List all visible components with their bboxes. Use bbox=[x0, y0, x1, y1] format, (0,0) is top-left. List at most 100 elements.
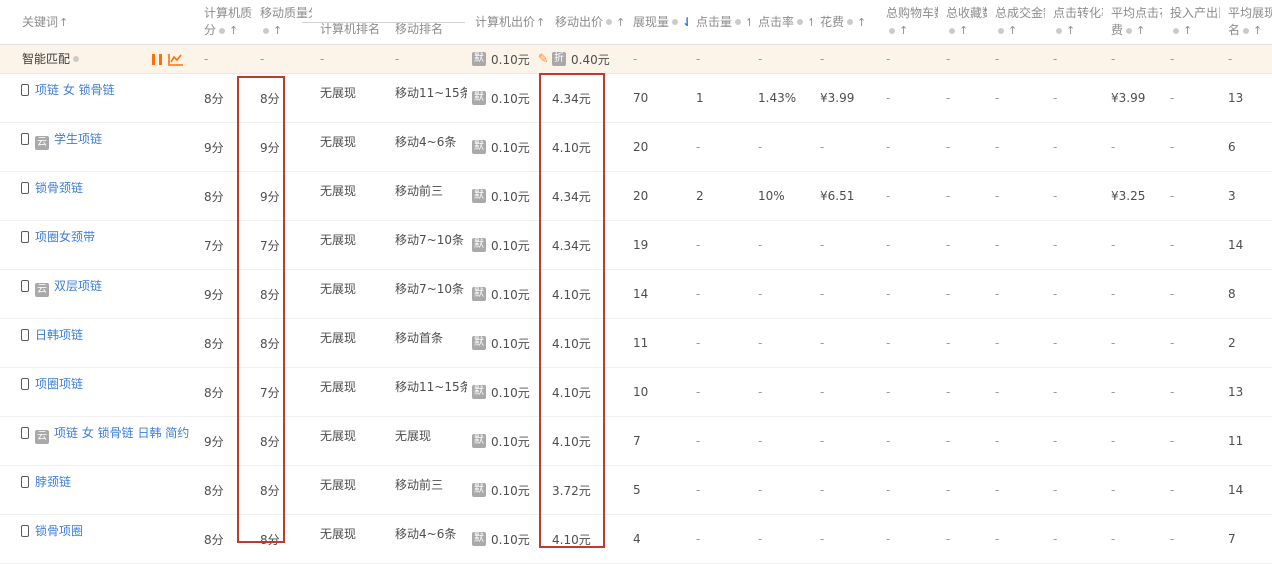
col-header-roi[interactable]: 投入产出比↑ bbox=[1162, 0, 1220, 44]
help-icon[interactable] bbox=[847, 19, 853, 25]
sort-asc-icon[interactable]: ↑ bbox=[899, 22, 908, 39]
cell-avg_rank: 11 bbox=[1220, 417, 1272, 465]
help-icon[interactable] bbox=[1056, 28, 1062, 34]
cell-gmv: - bbox=[987, 466, 1045, 514]
cell-mobile_rank: 无展现 bbox=[387, 417, 467, 465]
cell-pc_bid[interactable]: 默0.10元 bbox=[467, 515, 547, 563]
help-icon[interactable] bbox=[797, 19, 803, 25]
help-icon[interactable] bbox=[949, 28, 955, 34]
sort-asc-icon[interactable]: ↑ bbox=[1008, 22, 1017, 39]
keyword-link[interactable]: 锁骨项圈 bbox=[35, 524, 83, 538]
cell-value: 7分 bbox=[260, 237, 280, 254]
help-icon[interactable] bbox=[889, 28, 895, 34]
cell-value: 9分 bbox=[260, 139, 280, 156]
cell-pc_bid[interactable]: 默0.10元 bbox=[467, 368, 547, 416]
col-header-avg_cpc[interactable]: 平均点击花费↑ bbox=[1103, 0, 1162, 44]
keyword-link[interactable]: 学生项链 bbox=[54, 132, 102, 146]
sort-asc-icon[interactable]: ↑ bbox=[1253, 22, 1262, 39]
cell-value: 8分 bbox=[204, 335, 224, 352]
cell-pc_bid[interactable]: 默0.10元 bbox=[467, 417, 547, 465]
col-header-keyword[interactable]: 关键词↑ bbox=[0, 0, 196, 44]
keyword-link[interactable]: 项链 女 锁骨链 bbox=[35, 83, 115, 97]
cell-value: - bbox=[820, 385, 824, 399]
col-header-cost[interactable]: 花费↑ bbox=[812, 0, 878, 44]
help-icon[interactable] bbox=[735, 19, 741, 25]
sort-asc-icon[interactable]: ↑ bbox=[536, 14, 545, 31]
keyword-link[interactable]: 项圈女颈带 bbox=[35, 230, 95, 244]
sort-asc-icon[interactable]: ↑ bbox=[1066, 22, 1075, 39]
cell-pc_bid[interactable]: 默0.10元✎ bbox=[467, 45, 547, 73]
cell-mobile_quality: 7分 bbox=[252, 221, 312, 269]
cell-mobile_bid[interactable]: 4.34元 bbox=[547, 74, 625, 122]
help-icon[interactable] bbox=[672, 19, 678, 25]
cell-mobile_bid[interactable]: 4.10元 bbox=[547, 515, 625, 563]
keyword-link[interactable]: 双层项链 bbox=[54, 279, 102, 293]
help-icon[interactable] bbox=[263, 28, 269, 34]
cell-mobile_bid[interactable]: 4.34元 bbox=[547, 172, 625, 220]
col-header-clicks[interactable]: 点击量↑ bbox=[688, 0, 750, 44]
cell-pc_bid[interactable]: 默0.10元 bbox=[467, 123, 547, 171]
cell-value: - bbox=[946, 434, 950, 448]
col-header-ctr[interactable]: 点击率↑ bbox=[750, 0, 812, 44]
cell-carts: - bbox=[878, 74, 938, 122]
cell-value: 8分 bbox=[204, 90, 224, 107]
cell-carts: - bbox=[878, 123, 938, 171]
col-header-conversion[interactable]: 点击转化率↑ bbox=[1045, 0, 1103, 44]
help-icon[interactable] bbox=[1243, 28, 1249, 34]
trend-chart-icon[interactable] bbox=[168, 53, 184, 66]
cell-mobile_bid[interactable]: 折0.40元 bbox=[547, 45, 625, 73]
cell-pc_bid[interactable]: 默0.10元 bbox=[467, 319, 547, 367]
sort-asc-icon[interactable]: ↑ bbox=[959, 22, 968, 39]
cell-value: 8分 bbox=[260, 433, 280, 450]
cell-value: 1.43% bbox=[758, 91, 796, 105]
help-icon[interactable] bbox=[1126, 28, 1132, 34]
cell-pc_bid[interactable]: 默0.10元 bbox=[467, 74, 547, 122]
help-icon[interactable] bbox=[219, 28, 225, 34]
cell-value: ¥3.99 bbox=[820, 91, 854, 105]
sort-asc-icon[interactable]: ↑ bbox=[857, 14, 866, 31]
keyword-link[interactable]: 项圈项链 bbox=[35, 377, 83, 391]
col-header-impressions[interactable]: 展现量↓ bbox=[625, 0, 688, 44]
keyword-link[interactable]: 锁骨颈链 bbox=[35, 181, 83, 195]
col-header-gmv[interactable]: 总成交金额↑ bbox=[987, 0, 1045, 44]
col-header-pc_quality[interactable]: 计算机质量分↑ bbox=[196, 0, 252, 44]
cell-mobile_bid[interactable]: 4.10元 bbox=[547, 123, 625, 171]
col-header-avg_rank[interactable]: 平均展现排名↑ bbox=[1220, 0, 1272, 44]
cell-cost: ¥6.51 bbox=[812, 172, 878, 220]
sort-asc-icon[interactable]: ↑ bbox=[616, 14, 625, 31]
col-header-mobile_bid[interactable]: 移动出价↑ bbox=[547, 0, 625, 44]
help-icon[interactable] bbox=[1173, 28, 1179, 34]
help-icon[interactable] bbox=[606, 19, 612, 25]
cell-mobile_bid[interactable]: 4.10元 bbox=[547, 270, 625, 318]
cell-mobile_bid[interactable]: 4.34元 bbox=[547, 221, 625, 269]
cell-value: 9分 bbox=[204, 433, 224, 450]
cell-pc_bid[interactable]: 默0.10元 bbox=[467, 466, 547, 514]
col-header-carts[interactable]: 总购物车数↑ bbox=[878, 0, 938, 44]
cell-avg_cpc: - bbox=[1103, 221, 1162, 269]
cell-mobile_bid[interactable]: 4.10元 bbox=[547, 319, 625, 367]
cell-mobile_bid[interactable]: 3.72元 bbox=[547, 466, 625, 514]
pause-icon[interactable] bbox=[152, 54, 162, 65]
cell-value: - bbox=[886, 52, 890, 66]
col-header-favorites[interactable]: 总收藏数↑ bbox=[938, 0, 987, 44]
help-icon[interactable] bbox=[998, 28, 1004, 34]
col-header-pc_bid[interactable]: 计算机出价↑ bbox=[467, 0, 547, 44]
cell-mobile_bid[interactable]: 4.10元 bbox=[547, 368, 625, 416]
sort-asc-icon[interactable]: ↑ bbox=[1136, 22, 1145, 39]
keyword-link[interactable]: 项链 女 锁骨链 日韩 简约 bbox=[54, 426, 189, 440]
help-icon[interactable] bbox=[73, 56, 79, 62]
cell-pc_bid[interactable]: 默0.10元 bbox=[467, 221, 547, 269]
cell-mobile_bid[interactable]: 4.10元 bbox=[547, 417, 625, 465]
rank-group-divider bbox=[302, 22, 465, 23]
keyword-link[interactable]: 日韩项链 bbox=[35, 328, 83, 342]
sort-asc-icon[interactable]: ↑ bbox=[273, 22, 282, 39]
sort-asc-icon[interactable]: ↑ bbox=[59, 14, 68, 31]
cell-pc_bid[interactable]: 默0.10元 bbox=[467, 270, 547, 318]
sort-asc-icon[interactable]: ↑ bbox=[229, 22, 238, 39]
cell-value: - bbox=[886, 434, 890, 448]
keyword-link[interactable]: 脖颈链 bbox=[35, 475, 71, 489]
cell-pc_bid[interactable]: 默0.10元 bbox=[467, 172, 547, 220]
sort-asc-icon[interactable]: ↑ bbox=[1183, 22, 1192, 39]
cell-value: - bbox=[320, 52, 324, 66]
edit-bid-icon[interactable]: ✎ bbox=[538, 52, 547, 67]
